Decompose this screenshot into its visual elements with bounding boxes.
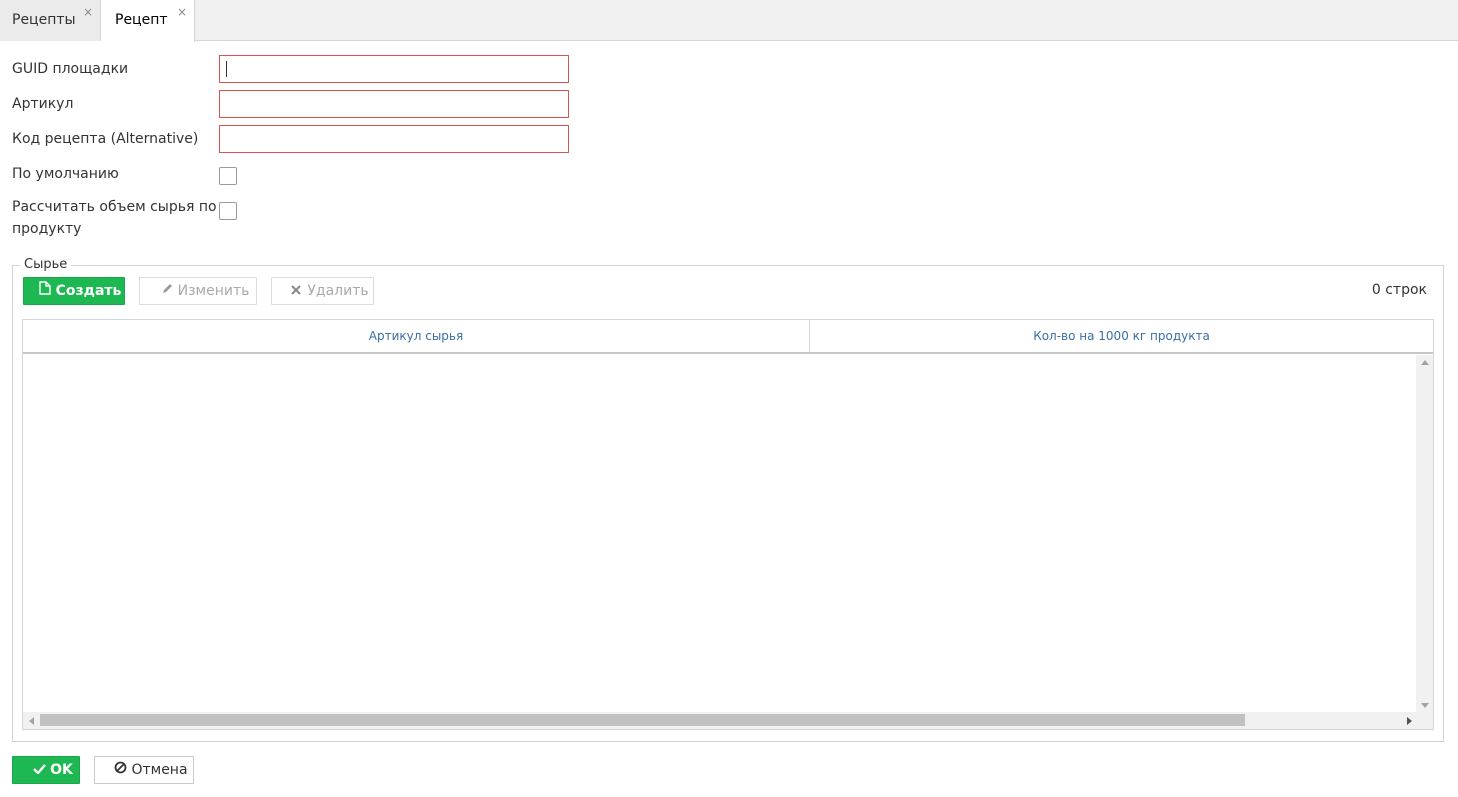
- grid-header: Артикул сырья Кол-во на 1000 кг продукта: [23, 320, 1433, 354]
- article-input[interactable]: [219, 90, 569, 118]
- delete-button-label: Удалить: [307, 283, 369, 299]
- raw-materials-grid: Артикул сырья Кол-во на 1000 кг продукта: [22, 319, 1434, 730]
- tab-recipes-label: Рецепты: [12, 12, 76, 28]
- calc-label: Рассчитать объем сырья по продукту: [12, 196, 217, 240]
- ban-icon: [112, 757, 128, 783]
- cancel-button[interactable]: Отмена: [94, 756, 194, 784]
- text-caret: [226, 61, 227, 77]
- recipe-code-input[interactable]: [219, 125, 569, 153]
- create-button[interactable]: Создать: [23, 277, 125, 305]
- tab-recipe-close-icon[interactable]: ×: [177, 5, 187, 19]
- recipe-code-label: Код рецепта (Alternative): [12, 131, 199, 147]
- ok-button-label: OK: [50, 762, 73, 778]
- edit-button-label: Изменить: [177, 283, 250, 299]
- column-header-quantity[interactable]: Кол-во на 1000 кг продукта: [810, 320, 1433, 352]
- tab-bar: Рецепты × Рецепт ×: [0, 0, 1458, 42]
- guid-label: GUID площадки: [12, 61, 129, 77]
- article-label: Артикул: [12, 96, 74, 112]
- cancel-button-label: Отмена: [131, 762, 188, 778]
- create-button-label: Создать: [55, 283, 122, 299]
- edit-button[interactable]: Изменить: [139, 277, 257, 305]
- horizontal-scroll-thumb[interactable]: [40, 714, 1245, 726]
- close-icon: [288, 278, 304, 304]
- scroll-right-icon[interactable]: [1407, 717, 1412, 725]
- tab-recipe-label: Рецепт: [115, 12, 168, 28]
- ok-button[interactable]: OK: [12, 756, 80, 784]
- default-label: По умолчанию: [12, 166, 119, 182]
- tab-recipe[interactable]: Рецепт ×: [101, 0, 195, 42]
- calc-label-line2: продукту: [12, 221, 82, 237]
- tab-recipes[interactable]: Рецепты ×: [0, 0, 101, 41]
- pencil-icon: [159, 278, 175, 304]
- raw-materials-legend: Сырье: [20, 257, 72, 273]
- horizontal-scrollbar[interactable]: [23, 712, 1433, 729]
- scroll-up-icon[interactable]: [1421, 360, 1429, 365]
- scroll-down-icon[interactable]: [1421, 703, 1429, 708]
- guid-input[interactable]: [219, 55, 569, 83]
- tab-recipes-close-icon[interactable]: ×: [83, 5, 93, 19]
- calc-label-line1: Рассчитать объем сырья по: [12, 199, 217, 215]
- column-header-article[interactable]: Артикул сырья: [23, 320, 810, 352]
- default-checkbox[interactable]: [219, 167, 237, 185]
- document-icon: [37, 278, 53, 304]
- checkmark-icon: [31, 757, 47, 783]
- vertical-scrollbar[interactable]: [1416, 355, 1433, 713]
- delete-button[interactable]: Удалить: [271, 277, 374, 305]
- scroll-left-icon[interactable]: [29, 717, 34, 725]
- calc-checkbox[interactable]: [219, 202, 237, 220]
- row-count: 0 строк: [1371, 282, 1427, 298]
